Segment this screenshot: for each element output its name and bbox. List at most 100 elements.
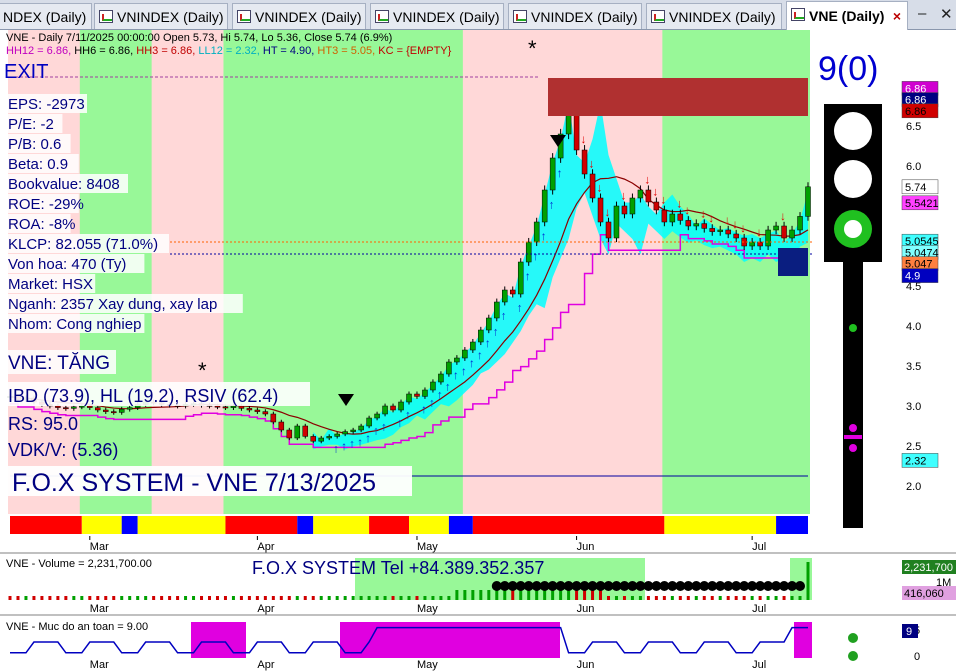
volume-bar <box>184 596 188 600</box>
volume-bar <box>591 590 595 600</box>
volume-bar <box>439 596 443 600</box>
volume-bar <box>750 596 754 600</box>
candle-body <box>613 205 620 239</box>
fundamental-2: P/B: 0.6 <box>8 136 61 153</box>
vol-month-4: Jul <box>752 603 766 615</box>
volume-bar <box>646 596 650 600</box>
candle-body <box>238 405 245 409</box>
candle-body <box>470 341 476 351</box>
candle-body <box>110 411 117 414</box>
pole-dot-magenta <box>849 424 857 432</box>
banner-label: F.O.X SYSTEM - VNE 7/13/2025 <box>12 469 376 497</box>
buy-arrow: ↑ <box>461 364 467 378</box>
tab-vnindex-4[interactable]: VNINDEX (Daily) <box>508 3 642 29</box>
buy-arrow: ↑ <box>453 368 459 382</box>
volume-bar <box>112 596 116 600</box>
rs-label: RS: 95.0 <box>8 414 78 434</box>
volume-bar <box>239 596 243 600</box>
tab-vnindex-0[interactable]: NDEX (Daily) <box>0 3 92 29</box>
sell-arrow: ↓ <box>660 193 666 207</box>
volume-bar <box>319 596 323 600</box>
volume-bar <box>383 596 387 600</box>
chart-icon <box>375 10 389 23</box>
volume-bar <box>758 596 762 600</box>
volume-bar <box>327 596 331 600</box>
header-seg-3: LL12 = 2.32, <box>198 45 263 57</box>
candle-body <box>805 186 811 217</box>
volume-bar <box>88 596 92 600</box>
candle-body <box>318 437 324 442</box>
volume-bar <box>718 596 722 600</box>
signal-strip-6 <box>313 516 370 534</box>
buy-arrow: ↑ <box>421 402 427 416</box>
candle-body <box>797 216 803 231</box>
candle-body <box>118 408 125 413</box>
volume-chart[interactable]: VNE - Volume = 2,231,700.00 F.O.X SYSTEM … <box>0 554 956 616</box>
candle-body <box>422 389 428 397</box>
candle-body <box>374 413 380 419</box>
volume-bar <box>152 596 156 600</box>
volume-bar <box>670 596 674 600</box>
volume-bar <box>806 562 810 600</box>
ratings-label: IBD (73.9), HL (19.2), RSIV (62.4) <box>8 386 278 406</box>
price-badge-4: 5.5421 <box>905 198 939 210</box>
sell-arrow: ↓ <box>700 206 706 220</box>
volume-bar <box>96 596 100 600</box>
candle-body <box>733 233 739 239</box>
close-icon[interactable]: × <box>893 2 901 30</box>
volume-label: VNE - Volume = 2,231,700.00 <box>6 558 152 570</box>
volume-bar <box>527 590 531 600</box>
candle-body <box>262 411 269 415</box>
tab-vne[interactable]: VNE (Daily) × <box>786 1 908 30</box>
volume-bar <box>399 596 403 600</box>
candle-body <box>230 405 237 408</box>
buy-arrow: ↑ <box>517 301 523 315</box>
y-tick-label: 6.0 <box>906 161 921 173</box>
volume-bar <box>798 596 802 600</box>
volume-bar <box>120 596 124 600</box>
fundamental-11: Nhom: Cong nghiep <box>8 316 141 333</box>
candle-body <box>326 436 332 439</box>
fundamental-6: ROA: -8% <box>8 216 76 233</box>
close-window-icon[interactable]: ✕ <box>940 5 953 23</box>
chart-icon <box>791 8 805 21</box>
header-seg-1: HH6 = 6.86, <box>74 45 136 57</box>
candle-body <box>358 425 364 431</box>
volume-bar <box>423 596 427 600</box>
y-tick-label: 3.5 <box>906 361 921 373</box>
buy-arrow: ↑ <box>533 249 539 263</box>
volume-bar <box>551 590 555 600</box>
app-window: NDEX (Daily) VNINDEX (Daily) VNINDEX (Da… <box>0 0 956 672</box>
fundamental-8: Von hoa: 470 (Ty) <box>8 256 126 273</box>
price-chart[interactable]: VNE - Daily 7/11/2025 00:00:00 Open 5.73… <box>0 30 956 554</box>
volume-ma: 416,060 <box>904 588 944 600</box>
header-seg-0: HH12 = 6.86, <box>6 45 74 57</box>
volume-bar <box>343 596 347 600</box>
signal-strip-2 <box>121 516 138 534</box>
candle-body <box>87 405 93 408</box>
candle-body <box>533 221 540 243</box>
tab-vnindex-2[interactable]: VNINDEX (Daily) <box>232 3 366 29</box>
tab-vnindex-1[interactable]: VNINDEX (Daily) <box>94 3 228 29</box>
volume-bar <box>200 596 204 600</box>
volume-banner: F.O.X SYSTEM Tel +84.389.352.357 <box>252 558 544 578</box>
fundamental-9: Market: HSX <box>8 276 93 293</box>
sell-arrow: ↓ <box>676 197 682 211</box>
tab-vnindex-5[interactable]: VNINDEX (Daily) <box>646 3 782 29</box>
candle-body <box>462 349 468 359</box>
pole-dot-magenta-2 <box>849 444 857 452</box>
candle-body <box>685 220 692 227</box>
minimize-icon[interactable]: – <box>918 5 926 22</box>
buy-arrow: ↑ <box>445 380 451 394</box>
light-middle <box>834 160 872 198</box>
fundamental-0: EPS: -2973 <box>8 96 85 113</box>
vol-month-0: Mar <box>90 603 109 615</box>
sell-arrow: ↓ <box>652 185 658 199</box>
volume-bar <box>144 596 148 600</box>
candle-body <box>701 223 708 229</box>
tab-vnindex-3[interactable]: VNINDEX (Daily) <box>370 3 504 29</box>
candle-body <box>645 189 652 203</box>
safety-chart[interactable]: VNE - Muc do an toan = 9.00509MarAprMayJ… <box>0 616 956 672</box>
buy-arrow: ↑ <box>525 269 531 283</box>
candle-body <box>414 393 420 397</box>
